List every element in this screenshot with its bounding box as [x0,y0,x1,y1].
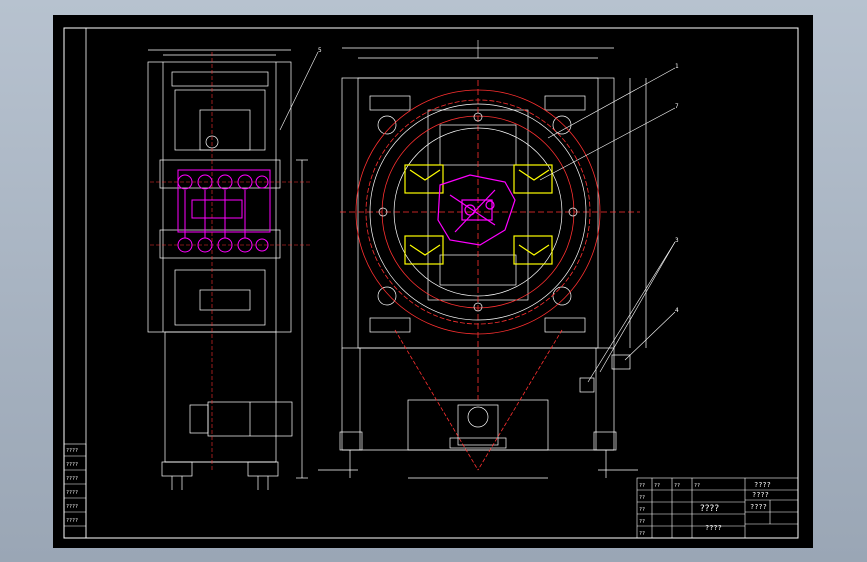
grid-label-5: ?? [639,507,645,513]
balloon-3: 3 [675,237,679,244]
grid-label-1: ?? [654,483,660,489]
grid-label-0: ?? [639,483,645,489]
grid-label-3: ?? [694,483,700,489]
title-code: ???? [752,491,769,499]
title-top: ???? [754,481,771,489]
grid-label-2: ?? [674,483,680,489]
revision-cell-0: ???? [66,448,78,454]
title-scale: ???? [750,503,767,511]
revision-cell-3: ???? [66,490,78,496]
balloon-1: 1 [675,63,679,70]
revision-cell-1: ???? [66,462,78,468]
balloon-7: 7 [675,103,679,110]
revision-cell-5: ???? [66,518,78,524]
cad-drawing[interactable]: 1 7 3 4 5 ???? ???? ???? ???? ???? ???? … [0,0,867,562]
revision-cell-2: ???? [66,476,78,482]
revision-cell-4: ???? [66,504,78,510]
grid-label-7: ?? [639,531,645,537]
title-bottom: ???? [705,524,722,532]
drawing-sheet [53,15,813,548]
title-mid: ???? [700,504,719,514]
grid-label-4: ?? [639,495,645,501]
grid-label-6: ?? [639,519,645,525]
balloon-5: 5 [318,47,322,54]
balloon-4: 4 [675,307,679,314]
cad-viewport[interactable]: 1 7 3 4 5 ???? ???? ???? ???? ???? ???? … [0,0,867,562]
